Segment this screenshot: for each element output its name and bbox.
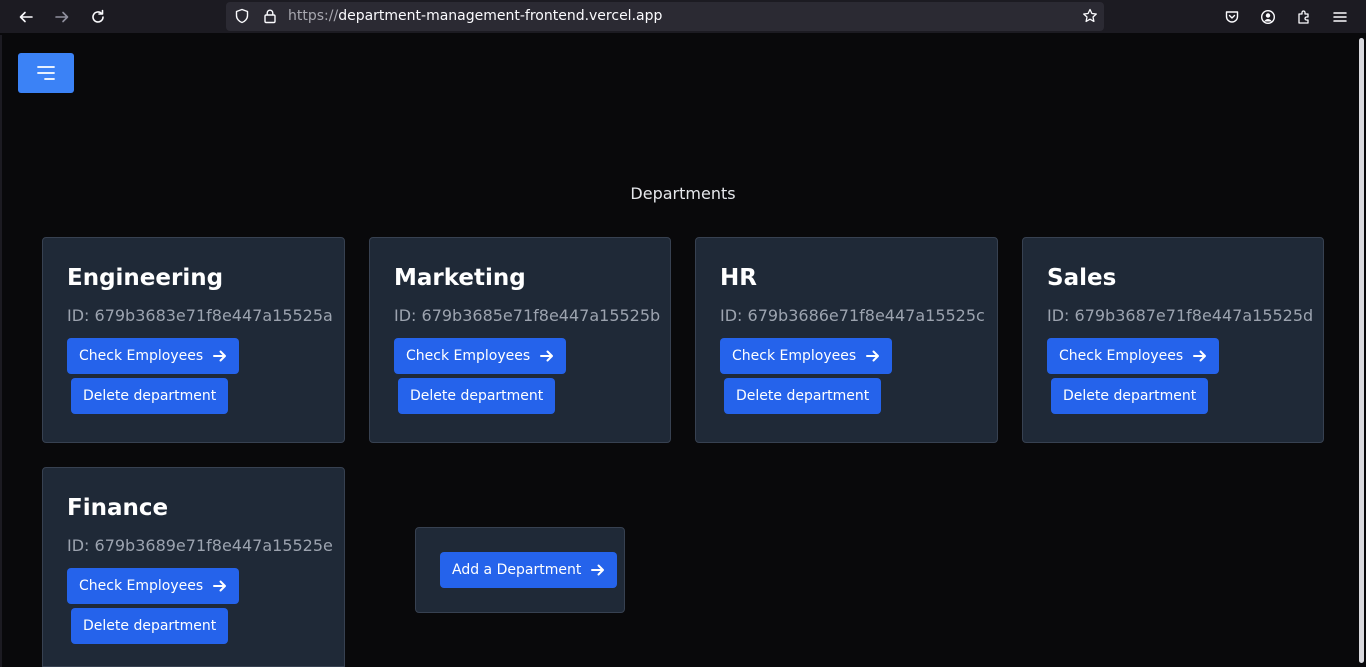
delete-department-button[interactable]: Delete department (71, 378, 229, 414)
account-icon[interactable] (1255, 4, 1281, 30)
check-employees-button[interactable]: Check Employees (67, 568, 240, 604)
check-employees-button[interactable]: Check Employees (1047, 338, 1220, 374)
back-arrow-icon[interactable] (13, 4, 39, 30)
delete-department-button[interactable]: Delete department (71, 608, 229, 644)
arrow-right-icon (591, 564, 605, 576)
department-name: Sales (1047, 265, 1117, 291)
scrollbar[interactable] (1359, 38, 1364, 663)
check-employees-label: Check Employees (406, 348, 531, 364)
check-employees-button[interactable]: Check Employees (67, 338, 240, 374)
hamburger-menu-icon[interactable] (1327, 4, 1353, 30)
check-employees-label: Check Employees (79, 348, 204, 364)
check-employees-label: Check Employees (1059, 348, 1184, 364)
add-department-card: Add a Department (415, 527, 625, 613)
department-id: ID: 679b3686e71f8e447a15525c (720, 306, 985, 325)
lock-icon[interactable] (262, 8, 278, 24)
department-id: ID: 679b3689e71f8e447a15525e (67, 536, 333, 555)
department-card: HR ID: 679b3686e71f8e447a15525c Check Em… (695, 237, 998, 443)
shield-icon[interactable] (234, 8, 250, 24)
delete-department-button[interactable]: Delete department (724, 378, 882, 414)
url-text[interactable]: https://department-management-frontend.v… (288, 8, 662, 24)
add-department-label: Add a Department (452, 562, 582, 578)
url-protocol: https:// (288, 8, 339, 24)
department-card: Engineering ID: 679b3683e71f8e447a15525a… (42, 237, 345, 443)
forward-arrow-icon[interactable] (49, 4, 75, 30)
delete-department-button[interactable]: Delete department (398, 378, 556, 414)
page-title: Departments (630, 184, 736, 203)
check-employees-label: Check Employees (79, 578, 204, 594)
department-name: HR (720, 265, 757, 291)
check-employees-label: Check Employees (732, 348, 857, 364)
arrow-right-icon (1193, 350, 1207, 362)
add-department-button[interactable]: Add a Department (440, 552, 618, 588)
browser-toolbar: https://department-management-frontend.v… (0, 0, 1366, 33)
department-name: Marketing (394, 265, 526, 291)
pocket-icon[interactable] (1219, 4, 1245, 30)
arrow-right-icon (866, 350, 880, 362)
department-card: Sales ID: 679b3687e71f8e447a15525d Check… (1022, 237, 1324, 443)
reload-icon[interactable] (85, 4, 111, 30)
sidebar-toggle-button[interactable] (18, 53, 74, 93)
arrow-right-icon (540, 350, 554, 362)
department-id: ID: 679b3685e71f8e447a15525b (394, 306, 661, 325)
check-employees-button[interactable]: Check Employees (394, 338, 567, 374)
check-employees-button[interactable]: Check Employees (720, 338, 893, 374)
menu-icon (37, 66, 55, 80)
department-card: Finance ID: 679b3689e71f8e447a15525e Che… (42, 467, 345, 667)
department-id: ID: 679b3687e71f8e447a15525d (1047, 306, 1314, 325)
arrow-right-icon (213, 350, 227, 362)
extensions-icon[interactable] (1291, 4, 1317, 30)
url-bar[interactable]: https://department-management-frontend.v… (226, 2, 1104, 31)
department-name: Engineering (67, 265, 224, 291)
delete-department-button[interactable]: Delete department (1051, 378, 1209, 414)
url-host: department-management-frontend.vercel.ap… (338, 8, 663, 24)
department-name: Finance (67, 495, 169, 521)
bookmark-star-icon[interactable] (1082, 8, 1098, 24)
department-card: Marketing ID: 679b3685e71f8e447a15525b C… (369, 237, 671, 443)
arrow-right-icon (213, 580, 227, 592)
department-id: ID: 679b3683e71f8e447a15525a (67, 306, 333, 325)
